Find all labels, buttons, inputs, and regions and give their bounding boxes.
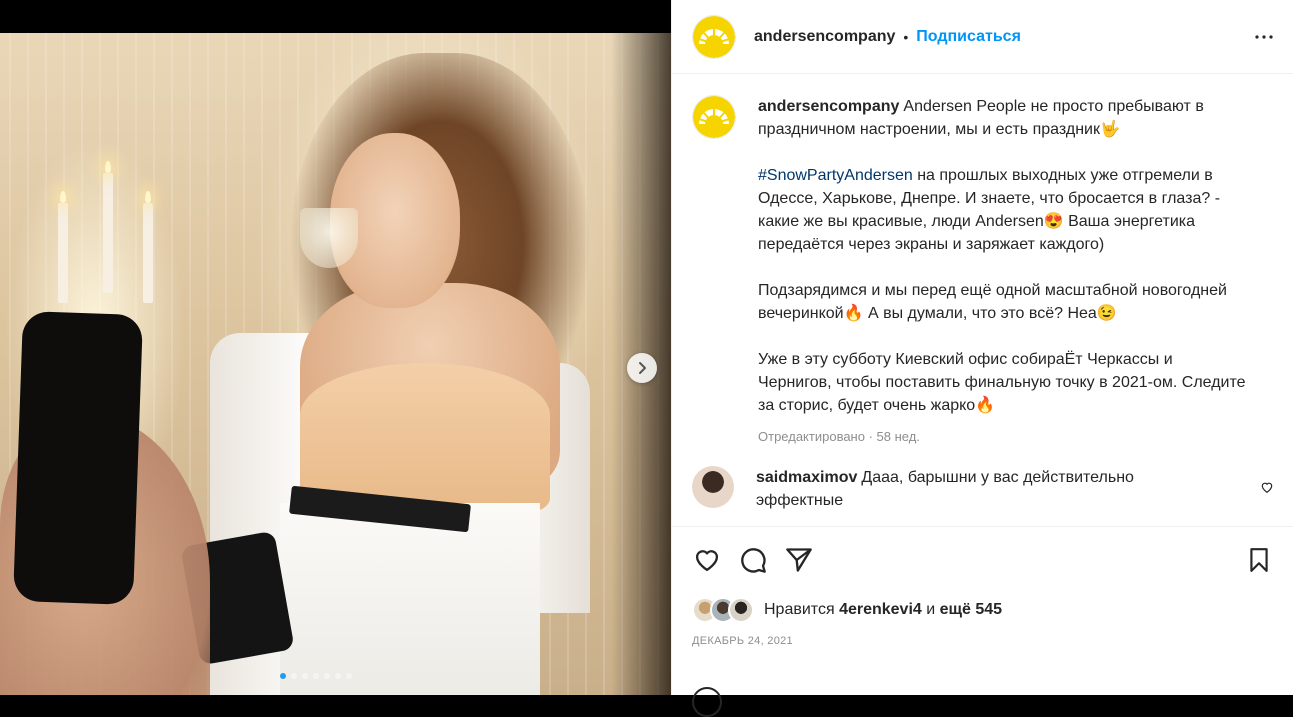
likes-text: Нравится 4erenkevi4 и ещё 545 <box>764 601 1002 619</box>
skirt <box>280 503 540 695</box>
carousel-dot <box>313 673 319 679</box>
caption-text: andersencompany Andersen People не просто… <box>758 95 1248 448</box>
follow-button[interactable]: Подписаться <box>916 28 1021 46</box>
liker-username[interactable]: 4erenkevi4 <box>839 601 922 618</box>
caption-username[interactable]: andersencompany <box>758 98 899 115</box>
post-media <box>0 0 671 695</box>
likes-conjunction: и <box>926 601 936 618</box>
commenter-avatar[interactable] <box>692 466 734 508</box>
more-options-icon <box>1255 34 1273 39</box>
phone <box>12 310 144 606</box>
carousel-dot <box>291 673 297 679</box>
comment-button[interactable] <box>738 545 768 575</box>
share-icon <box>786 548 812 572</box>
caption-paragraph: Уже в эту субботу Киевский офис собираЁт… <box>758 351 1246 414</box>
post-header: andersencompany • Подписаться <box>672 0 1293 74</box>
author-username[interactable]: andersencompany <box>754 28 895 46</box>
wine-glass <box>300 208 358 268</box>
carousel-dot <box>324 673 330 679</box>
commenter-username[interactable]: saidmaximov <box>756 469 857 486</box>
more-options-button[interactable] <box>1251 24 1277 50</box>
save-button[interactable] <box>1244 545 1274 575</box>
emoji-icon[interactable] <box>692 687 722 717</box>
author-avatar[interactable] <box>692 14 736 59</box>
actions-section: Нравится 4erenkevi4 и ещё 545 ДЕКАБРЬ 24… <box>672 526 1293 717</box>
comment-icon <box>741 548 766 573</box>
next-arrow-icon <box>639 362 646 374</box>
carousel-dots <box>280 673 352 679</box>
caption-author-avatar[interactable] <box>692 95 736 139</box>
share-button[interactable] <box>784 545 814 575</box>
likes-count-link[interactable]: ещё 545 <box>940 601 1002 618</box>
post-photo[interactable] <box>0 33 671 695</box>
liker-avatar[interactable] <box>728 597 754 623</box>
next-slide-button[interactable] <box>627 353 657 383</box>
post-date[interactable]: ДЕКАБРЬ 24, 2021 <box>692 635 793 647</box>
likes-prefix: Нравится <box>764 601 835 618</box>
separator-dot: • <box>903 28 909 45</box>
action-icons <box>692 545 814 575</box>
carousel-dot <box>346 673 352 679</box>
save-bookmark-icon <box>1250 548 1268 572</box>
carousel-dot <box>280 673 286 679</box>
carousel-dot <box>335 673 341 679</box>
sun-logo-icon <box>693 96 735 138</box>
comment-like-icon <box>1261 482 1273 493</box>
carousel-dot <box>302 673 308 679</box>
post-panel: andersencompany • Подписаться andersenco… <box>671 0 1293 717</box>
like-heart-icon <box>695 550 719 572</box>
edited-timestamp[interactable]: Отредактировано · 58 нед. <box>758 425 1248 448</box>
comment-item: saidmaximov Дааа, барышни у вас действите… <box>692 466 1282 512</box>
comment-like-button[interactable] <box>1260 480 1274 499</box>
caption-paragraph: Подзарядимся и мы перед ещё одной масшта… <box>758 282 1227 322</box>
likes-row: Нравится 4erenkevi4 и ещё 545 <box>692 597 1002 623</box>
comment-text: saidmaximov Дааа, барышни у вас действите… <box>756 466 1176 512</box>
hashtag-link[interactable]: #SnowPartyAndersen <box>758 167 913 184</box>
sun-logo-icon <box>693 15 735 58</box>
caption: andersencompany Andersen People не просто… <box>692 95 1252 448</box>
candle <box>58 191 68 303</box>
like-button[interactable] <box>692 545 722 575</box>
candle <box>103 161 113 293</box>
candle <box>143 191 153 303</box>
